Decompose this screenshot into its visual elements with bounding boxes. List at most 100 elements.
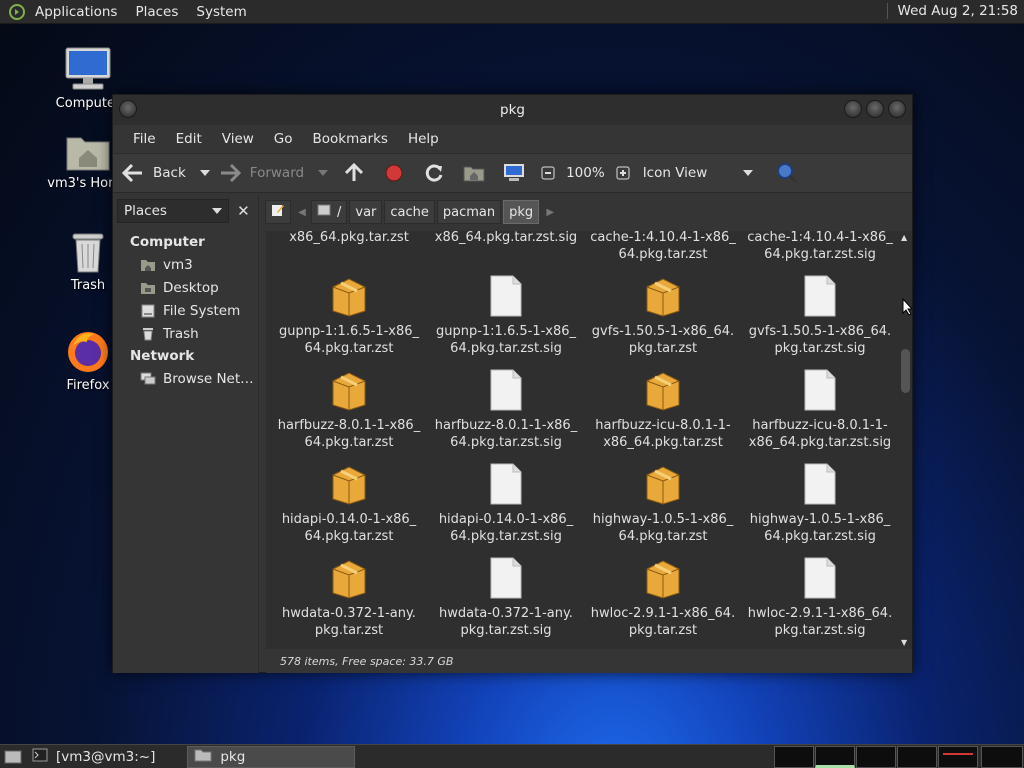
scroll-up-icon[interactable]: ▲ [901, 233, 907, 242]
sidebar-item-trash[interactable]: Trash [113, 322, 258, 345]
file-name-line: harfbuzz-icu-8.0.1-1- [752, 418, 888, 433]
zoom-in-button[interactable] [611, 161, 635, 185]
menu-file[interactable]: File [123, 131, 166, 147]
system-menu[interactable]: System [187, 4, 255, 20]
search-icon [775, 161, 799, 185]
file-item[interactable]: hidapi-0.14.0-1-x86_ 64.pkg.tar.zst [274, 461, 424, 545]
taskbar-item-pkg[interactable]: pkg [187, 745, 356, 768]
file-name-line: 64.pkg.tar.zst [304, 435, 394, 450]
places-menu[interactable]: Places [126, 4, 187, 20]
file-item[interactable]: cache-1:4.10.4-1-x86_ 64.pkg.tar.zst [588, 231, 738, 263]
file-item[interactable]: gupnp-1:1.6.5-1-x86_ 64.pkg.tar.zst.sig [431, 273, 581, 357]
file-item[interactable]: gvfs-1.50.5-1-x86_64. pkg.tar.zst [588, 273, 738, 357]
window-menu-button[interactable] [119, 100, 137, 118]
show-desktop-icon[interactable] [0, 749, 26, 765]
file-name-line: harfbuzz-8.0.1-1-x86_ [434, 418, 578, 433]
workspace-5[interactable] [938, 746, 978, 768]
zoom-out-button[interactable] [536, 161, 560, 185]
maximize-button[interactable] [866, 100, 884, 118]
back-history-dropdown[interactable] [199, 170, 210, 176]
file-item[interactable]: highway-1.0.5-1-x86_ 64.pkg.tar.zst.sig [745, 461, 895, 545]
computer-button[interactable] [502, 161, 526, 185]
file-name-line: x86_64.pkg.tar.zst [289, 231, 409, 245]
scroll-down-icon[interactable]: ▼ [901, 638, 907, 647]
forward-button[interactable]: Forward [218, 161, 304, 185]
clock[interactable]: Wed Aug 2, 21:58 [886, 3, 1018, 19]
drive-icon [317, 204, 331, 220]
zoom-level[interactable]: 100% [566, 165, 605, 181]
home-icon [462, 161, 486, 185]
crumb-var[interactable]: var [349, 200, 383, 224]
archive-file-icon [588, 461, 738, 505]
file-item[interactable]: gupnp-1:1.6.5-1-x86_ 64.pkg.tar.zst [274, 273, 424, 357]
sidebar-item-browse-network[interactable]: Browse Net… [113, 367, 258, 390]
close-button[interactable] [888, 100, 906, 118]
crumb-pkg[interactable]: pkg [503, 200, 540, 224]
reload-icon [422, 161, 446, 185]
crumb-root[interactable]: / [311, 200, 348, 224]
file-item[interactable]: x86_64.pkg.tar.zst.sig [431, 231, 581, 246]
menu-help[interactable]: Help [398, 131, 449, 147]
forward-history-dropdown[interactable] [318, 170, 329, 176]
up-button[interactable] [342, 161, 366, 185]
close-sidebar-button[interactable]: ✕ [233, 200, 254, 222]
path-scroll-right-button[interactable]: ▶ [541, 207, 559, 218]
places-sidebar: Places ✕ Computer vm3 Desktop File Syste… [113, 195, 259, 673]
computer-icon [502, 161, 526, 185]
crumb-label: pacman [442, 204, 496, 220]
back-label: Back [153, 165, 186, 181]
file-icon-view[interactable]: x86_64.pkg.tar.zst x86_64.pkg.tar.zst.sig… [266, 231, 912, 649]
places-select[interactable]: Places [117, 199, 229, 223]
workspace-3[interactable] [856, 746, 896, 768]
vertical-scrollbar[interactable]: ▲ ▼ [898, 231, 912, 649]
file-item[interactable]: hwloc-2.9.1-1-x86_64. pkg.tar.zst.sig [745, 555, 895, 639]
applications-menu[interactable]: Applications [26, 4, 126, 20]
file-item[interactable]: harfbuzz-icu-8.0.1-1- x86_64.pkg.tar.zst [588, 367, 738, 451]
taskbar-item-terminal[interactable]: [vm3@vm3:~] [26, 746, 161, 768]
file-item[interactable]: harfbuzz-8.0.1-1-x86_ 64.pkg.tar.zst.sig [431, 367, 581, 451]
sidebar-item-file-system[interactable]: File System [113, 299, 258, 322]
file-item[interactable]: hwloc-2.9.1-1-x86_64. pkg.tar.zst [588, 555, 738, 639]
document-file-icon [745, 367, 895, 411]
crumb-pacman[interactable]: pacman [436, 200, 502, 224]
file-item[interactable]: gvfs-1.50.5-1-x86_64. pkg.tar.zst.sig [745, 273, 895, 357]
sidebar-item-vm3[interactable]: vm3 [113, 253, 258, 276]
toggle-location-entry-button[interactable] [265, 200, 291, 224]
minimize-button[interactable] [844, 100, 862, 118]
file-item[interactable]: harfbuzz-8.0.1-1-x86_ 64.pkg.tar.zst [274, 367, 424, 451]
crumb-cache[interactable]: cache [384, 200, 435, 224]
archive-file-icon [274, 461, 424, 505]
menu-go[interactable]: Go [264, 131, 303, 147]
top-panel: Applications Places System Wed Aug 2, 21… [0, 0, 1024, 24]
file-item[interactable]: cache-1:4.10.4-1-x86_ 64.pkg.tar.zst.sig [745, 231, 895, 263]
workspace-2[interactable] [815, 746, 855, 768]
sidebar-item-desktop[interactable]: Desktop [113, 276, 258, 299]
file-item[interactable]: highway-1.0.5-1-x86_ 64.pkg.tar.zst [588, 461, 738, 545]
menu-edit[interactable]: Edit [166, 131, 212, 147]
path-scroll-left-button[interactable]: ◀ [293, 207, 311, 218]
menu-bookmarks[interactable]: Bookmarks [303, 131, 398, 147]
search-button[interactable] [775, 161, 799, 185]
stop-button[interactable] [382, 161, 406, 185]
file-item[interactable]: hidapi-0.14.0-1-x86_ 64.pkg.tar.zst.sig [431, 461, 581, 545]
mouse-cursor-icon [902, 297, 914, 320]
workspace-6[interactable] [981, 746, 1023, 768]
file-name-line: hidapi-0.14.0-1-x86_ [438, 512, 574, 527]
window-titlebar[interactable]: pkg [113, 95, 912, 125]
back-button[interactable]: Back [121, 161, 186, 185]
menu-view[interactable]: View [212, 131, 264, 147]
reload-button[interactable] [422, 161, 446, 185]
file-name-line: harfbuzz-icu-8.0.1-1- [595, 418, 731, 433]
file-item[interactable]: hwdata-0.372-1-any. pkg.tar.zst [274, 555, 424, 639]
distro-logo-icon[interactable] [8, 3, 26, 21]
close-icon: ✕ [237, 202, 250, 220]
scrollbar-thumb[interactable] [901, 349, 910, 393]
file-item[interactable]: x86_64.pkg.tar.zst [274, 231, 424, 246]
workspace-4[interactable] [897, 746, 937, 768]
file-name-line: pkg.tar.zst.sig [460, 623, 552, 638]
home-button[interactable] [462, 161, 486, 185]
view-mode-select[interactable]: Icon View [643, 165, 753, 181]
workspace-1[interactable] [774, 746, 814, 768]
file-item[interactable]: harfbuzz-icu-8.0.1-1- x86_64.pkg.tar.zst.… [745, 367, 895, 451]
file-item[interactable]: hwdata-0.372-1-any. pkg.tar.zst.sig [431, 555, 581, 639]
